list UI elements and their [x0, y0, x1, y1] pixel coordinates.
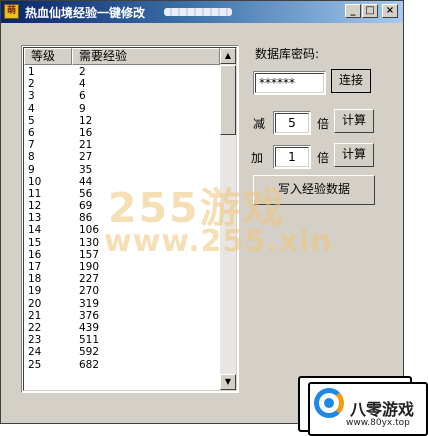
row-level: 6	[28, 126, 35, 139]
row-level: 17	[28, 261, 42, 273]
badge-url: www.80yx.top	[346, 418, 410, 428]
row-level: 22	[28, 321, 42, 334]
row-level: 7	[28, 139, 35, 152]
table-row[interactable]: 36	[24, 90, 220, 102]
redacted-title-text	[164, 8, 232, 16]
reduce-unit-label: 倍	[317, 117, 330, 131]
row-level: 3	[28, 90, 35, 103]
close-button[interactable]: ×	[382, 4, 398, 18]
row-level: 23	[28, 334, 42, 347]
row-xp: 4	[79, 78, 86, 91]
row-xp: 56	[79, 187, 93, 200]
row-level: 14	[28, 224, 42, 237]
scroll-thumb[interactable]	[220, 65, 236, 135]
reduce-calculate-button[interactable]: 计算	[334, 109, 374, 133]
add-multiplier-field[interactable]: 1	[273, 145, 311, 169]
table-row[interactable]: 8 27	[24, 151, 220, 163]
row-xp: 86	[79, 212, 93, 225]
row-xp: 157	[79, 248, 100, 261]
scroll-down-button[interactable]: ▼	[220, 374, 236, 390]
db-password-field[interactable]: ******	[253, 71, 326, 95]
db-password-label: 数据库密码:	[255, 47, 320, 61]
row-level: 9	[28, 163, 35, 176]
row-level: 13	[28, 212, 42, 225]
row-xp: 12	[79, 114, 93, 127]
row-level: 16	[28, 248, 42, 261]
watermark-url: www.255.xin	[104, 224, 333, 259]
row-xp: 227	[79, 273, 100, 286]
row-xp: 69	[79, 200, 93, 213]
row-xp: 270	[79, 285, 100, 298]
row-xp: 35	[79, 163, 93, 176]
table-row[interactable]: 18 227	[24, 273, 220, 285]
row-level: 12	[28, 200, 42, 213]
table-header: 等级 需要经验	[24, 48, 220, 65]
table-row[interactable]: 23 511	[24, 334, 220, 346]
table-row[interactable]: 24 592	[24, 346, 220, 358]
title-bar[interactable]: 萌 热血仙境经验一键修改 _ □ ×	[1, 1, 403, 23]
row-level: 1	[28, 66, 35, 78]
table-row[interactable]: 49	[24, 103, 220, 115]
row-level: 2	[28, 78, 35, 91]
row-level: 10	[28, 175, 42, 188]
row-xp: 9	[79, 102, 86, 115]
row-level: 21	[28, 309, 42, 322]
table-row[interactable]: 7 21	[24, 139, 220, 151]
row-xp: 511	[79, 334, 100, 347]
row-level: 20	[28, 297, 42, 310]
row-xp: 6	[79, 90, 86, 103]
row-level: 11	[28, 187, 42, 200]
table-row[interactable]: 17 190	[24, 261, 220, 273]
add-calculate-button[interactable]: 计算	[334, 143, 374, 167]
minimize-button[interactable]: _	[345, 4, 361, 18]
row-level: 18	[28, 273, 42, 286]
scroll-up-button[interactable]: ▲	[220, 48, 236, 64]
table-row[interactable]: 6 16	[24, 127, 220, 139]
maximize-button[interactable]: □	[362, 4, 378, 18]
row-level: 19	[28, 285, 42, 298]
reduce-label: 减	[253, 117, 266, 131]
row-xp: 27	[79, 151, 93, 164]
table-row[interactable]: 24	[24, 78, 220, 90]
table-row[interactable]: 22 439	[24, 322, 220, 334]
table-row[interactable]: 19 270	[24, 285, 220, 297]
app-icon: 萌	[4, 4, 19, 19]
row-xp: 376	[79, 309, 100, 322]
table-row[interactable]: 21 376	[24, 310, 220, 322]
table-row[interactable]: 12	[24, 66, 220, 78]
row-xp: 44	[79, 175, 93, 188]
row-level: 24	[28, 346, 42, 359]
row-level: 25	[28, 358, 42, 371]
row-xp: 130	[79, 236, 100, 249]
row-xp: 106	[79, 224, 100, 237]
row-level: 4	[28, 102, 35, 115]
row-xp: 190	[79, 261, 100, 273]
table-row[interactable]: 25 682	[24, 359, 220, 371]
badge-name: 八零游戏	[350, 400, 415, 419]
row-xp: 2	[79, 66, 86, 78]
row-xp: 21	[79, 139, 93, 152]
add-label: 加	[251, 151, 264, 165]
connect-button[interactable]: 连接	[331, 69, 371, 93]
row-level: 5	[28, 114, 35, 127]
site-badge: 八零游戏 www.80yx.top	[298, 372, 428, 436]
row-xp: 439	[79, 321, 100, 334]
row-xp: 682	[79, 358, 100, 371]
reduce-multiplier-field[interactable]: 5	[273, 111, 311, 135]
row-xp: 16	[79, 126, 93, 139]
row-level: 8	[28, 151, 35, 164]
table-row[interactable]: 5 12	[24, 115, 220, 127]
window-title: 热血仙境经验一键修改	[25, 6, 146, 20]
row-xp: 592	[79, 346, 100, 359]
add-unit-label: 倍	[317, 151, 330, 165]
column-header-level[interactable]: 等级	[24, 48, 72, 65]
table-row[interactable]: 20 319	[24, 298, 220, 310]
column-header-xp[interactable]: 需要经验	[72, 48, 220, 65]
row-level: 15	[28, 236, 42, 249]
row-xp: 319	[79, 297, 100, 310]
